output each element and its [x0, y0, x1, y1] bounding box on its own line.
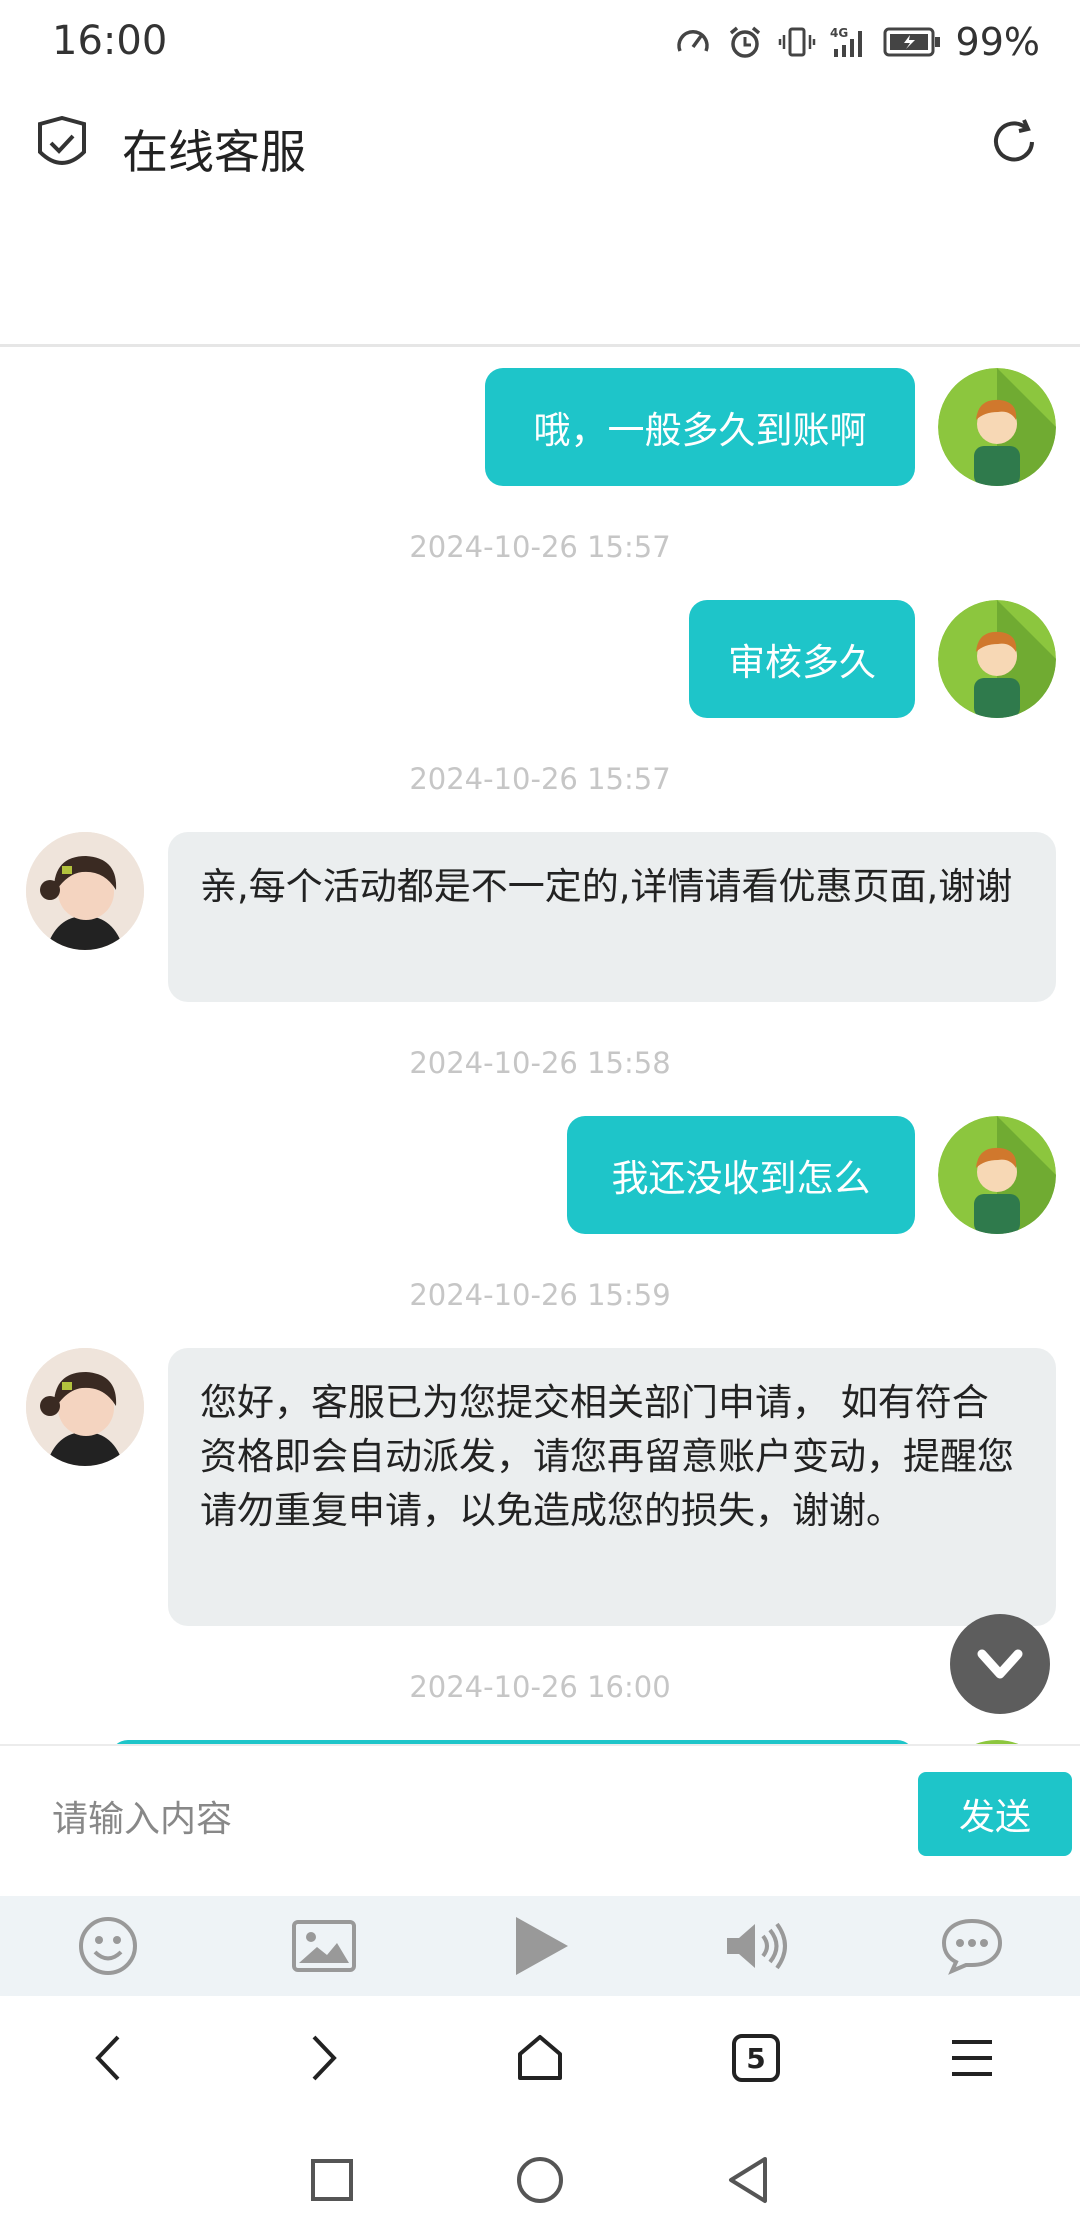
refresh-icon[interactable]	[986, 114, 1042, 170]
user-avatar	[938, 368, 1056, 486]
shield-check-icon	[38, 116, 86, 165]
timestamp: 2024-10-26 15:57	[409, 762, 671, 796]
scroll-to-bottom-button[interactable]	[950, 1614, 1050, 1714]
system-nav-bar	[0, 2120, 1080, 2240]
forward-arrow-icon	[312, 2035, 337, 2081]
tabs-count: 5	[746, 2041, 766, 2075]
page-title: 在线客服	[122, 125, 306, 179]
menu-button[interactable]	[937, 2023, 1007, 2093]
menu-icon	[952, 2040, 992, 2076]
browser-nav-bar: 5	[0, 1996, 1080, 2120]
timestamp: 2024-10-26 15:59	[409, 1278, 671, 1312]
chat-area[interactable]: 哦，一般多久到账啊 2024-10-26 15:57 审核多久 2024-10-…	[0, 344, 1080, 1744]
tabs-button[interactable]: 5	[721, 2023, 791, 2093]
emoji-button[interactable]	[73, 1911, 143, 1981]
play-icon	[516, 1917, 568, 1975]
timestamp: 2024-10-26 15:57	[409, 530, 671, 564]
image-button[interactable]	[289, 1911, 359, 1981]
user-avatar	[938, 600, 1056, 718]
emoji-icon	[79, 1917, 137, 1975]
message-input[interactable]	[20, 1772, 934, 1866]
timestamp: 2024-10-26 16:00	[409, 1670, 671, 1704]
forward-button[interactable]	[289, 2023, 359, 2093]
message-bubble-user[interactable]: 哦，一般多久到账啊	[485, 368, 915, 486]
message-bubble-agent[interactable]: 您好，客服已为您提交相关部门申请， 如有符合资格即会自动派发，请您再留意账户变动…	[168, 1348, 1056, 1626]
home-circle-icon[interactable]	[515, 2155, 565, 2205]
back-triangle-icon[interactable]	[725, 2155, 771, 2205]
battery-icon	[883, 27, 940, 57]
timestamp: 2024-10-26 15:58	[409, 1046, 671, 1080]
header: 在线客服	[0, 84, 1080, 347]
speedometer-icon	[676, 30, 709, 52]
chevron-down-icon	[977, 1649, 1023, 1679]
alarm-icon	[729, 26, 760, 58]
home-button[interactable]	[505, 2023, 575, 2093]
status-bar: 16:00 4G 99%	[0, 0, 1080, 84]
agent-avatar	[26, 832, 144, 950]
vibrate-icon	[778, 27, 815, 57]
battery-percent: 99%	[955, 20, 1040, 64]
home-icon	[518, 2035, 562, 2080]
message-bubble-user[interactable]: 我还没收到怎么	[567, 1116, 915, 1234]
status-icons: 4G 99%	[674, 20, 1040, 64]
agent-avatar	[26, 1348, 144, 1466]
chat-button[interactable]	[937, 1911, 1007, 1981]
image-icon	[292, 1920, 356, 1972]
message-bubble-agent[interactable]: 亲,每个活动都是不一定的,详情请看优惠页面,谢谢	[168, 832, 1056, 1002]
user-avatar	[938, 1116, 1056, 1234]
signal-4g-icon: 4G	[830, 26, 862, 57]
recent-apps-icon[interactable]	[309, 2157, 355, 2203]
composer-bar: 发送	[0, 1744, 1080, 1898]
status-time: 16:00	[52, 18, 168, 64]
volume-button[interactable]	[721, 1911, 791, 1981]
message-bubble-user[interactable]: 审核多久	[689, 600, 915, 718]
volume-icon	[727, 1922, 787, 1970]
play-button[interactable]	[505, 1911, 575, 1981]
back-button[interactable]	[73, 2023, 143, 2093]
svg-text:4G: 4G	[830, 26, 848, 40]
send-button[interactable]: 发送	[918, 1772, 1072, 1856]
media-toolbar	[0, 1896, 1080, 1996]
chat-bubble-icon	[941, 1918, 1003, 1975]
back-arrow-icon	[95, 2035, 120, 2081]
